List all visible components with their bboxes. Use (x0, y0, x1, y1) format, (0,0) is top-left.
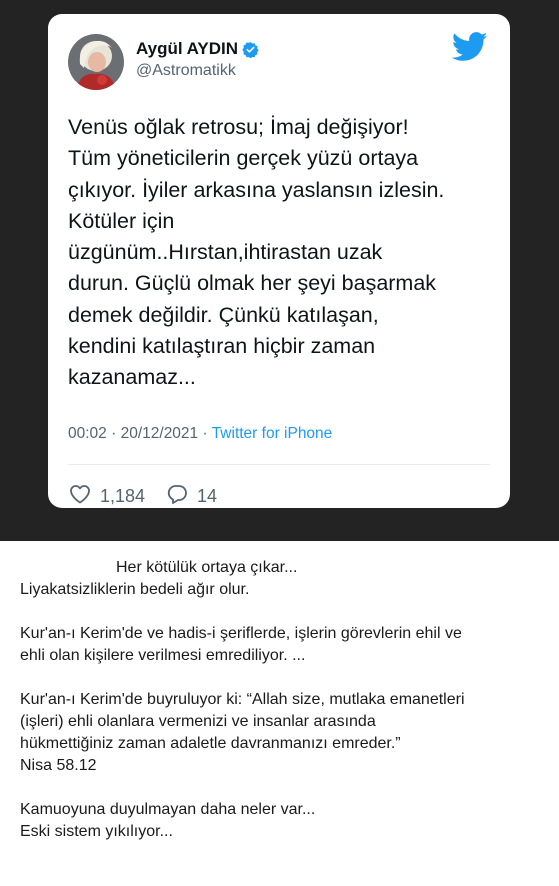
tweet-text-line: Tüm yöneticilerin gerçek yüzü ortaya (68, 146, 419, 171)
tweet-text-line: Kötüler için (68, 208, 175, 233)
meta-separator: · (111, 425, 117, 442)
tweet-actions: 1,184 14 (68, 482, 237, 511)
like-count: 1,184 (100, 486, 146, 506)
like-button[interactable]: 1,184 (68, 482, 145, 511)
tweet-text-line: kendini katılaştıran hiçbir zaman (68, 334, 376, 359)
tweet-text-line: demek değildir. Çünkü katılaşan, (68, 302, 379, 327)
caption-line: Kamuoyuna duyulmayan daha neler var... (20, 801, 316, 818)
post-caption: Her kötülük ortaya çıkar... Liyakatsizli… (20, 557, 550, 843)
user-name-text[interactable]: Aygül AYDIN (136, 39, 238, 59)
caption-line: Kur'an-ı Kerim'de ve hadis-i şeriflerde,… (20, 625, 462, 642)
user-name[interactable]: Aygül AYDIN (136, 39, 259, 59)
caption-line (20, 601, 550, 623)
caption-line: ehli olan kişilere verilmesi emrediliyor… (20, 647, 306, 664)
heart-icon (68, 482, 92, 511)
tweet-text-line: kazanamaz... (68, 365, 196, 390)
caption-line: Eski sistem yıkılıyor... (20, 823, 173, 840)
reply-bubble-icon (165, 482, 189, 511)
caption-line: Kur'an-ı Kerim'de buyruluyor ki: “Allah … (20, 691, 465, 708)
tweet-meta: 00:02 · 20/12/2021 · Twitter for iPhone (68, 425, 332, 443)
user-handle[interactable]: @Astromatikk (136, 62, 236, 80)
caption-line: Nisa 58.12 (20, 757, 97, 774)
twitter-bird-icon[interactable] (451, 32, 488, 62)
caption-line (20, 777, 550, 799)
caption-line: (işleri) ehli olanlara vermenizi ve insa… (20, 713, 376, 730)
reply-count: 14 (197, 486, 218, 506)
tweet-text-line: üzgünüm..Hırstan,ihtirastan uzak (68, 240, 383, 265)
tweet-text-line: durun. Güçlü olmak her şeyi başarmak (68, 271, 437, 296)
avatar[interactable] (68, 34, 124, 90)
verified-badge-icon (242, 41, 259, 58)
tweet-card[interactable]: Aygül AYDIN @Astromatikk Venüs oğlak ret… (48, 14, 510, 508)
tweet-text-line: Venüs oğlak retrosu; İmaj değişiyor! (68, 115, 409, 139)
tweet-text-line: çıkıyor. İyiler arkasına yaslansın izles… (68, 177, 445, 202)
tweet-time[interactable]: 00:02 (68, 425, 107, 442)
caption-line (20, 667, 550, 689)
tweet-source-link[interactable]: Twitter for iPhone (212, 425, 333, 442)
caption-line: hükmettiğiniz zaman adaletle davranmanız… (20, 735, 401, 752)
tweet-date[interactable]: 20/12/2021 (121, 425, 199, 442)
caption-line: Her kötülük ortaya çıkar... (116, 559, 298, 576)
divider (68, 464, 490, 465)
tweet-screenshot-area: Aygül AYDIN @Astromatikk Venüs oğlak ret… (0, 0, 559, 541)
tweet-text: Venüs oğlak retrosu; İmaj değişiyor! Tüm… (68, 112, 498, 394)
meta-separator: · (202, 425, 208, 442)
caption-line: Liyakatsizliklerin bedeli ağır olur. (20, 581, 250, 598)
reply-button[interactable]: 14 (165, 482, 217, 511)
